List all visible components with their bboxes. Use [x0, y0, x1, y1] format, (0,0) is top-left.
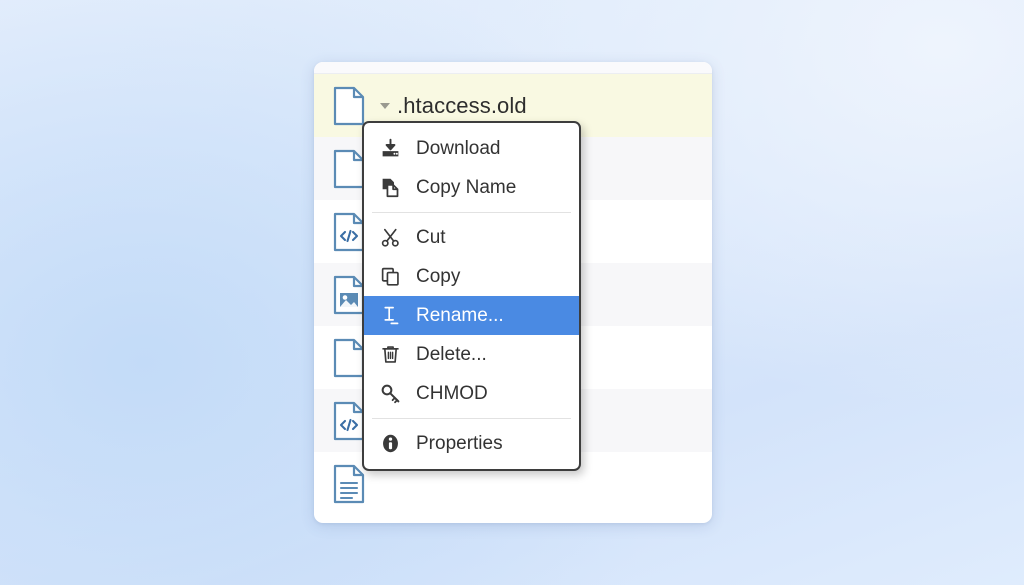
file-blank-icon [333, 338, 365, 377]
file-image-icon [333, 275, 365, 314]
panel-top-strip [314, 62, 712, 74]
menu-item-copy-name[interactable]: Copy Name [364, 168, 579, 207]
file-name-label: .htaccess.old [397, 92, 527, 118]
menu-separator [372, 212, 571, 213]
chevron-down-icon[interactable] [380, 102, 390, 109]
file-code-icon [333, 401, 365, 440]
trash-icon [378, 343, 402, 367]
menu-item-chmod[interactable]: CHMOD [364, 374, 579, 413]
copy-name-icon [378, 176, 402, 200]
menu-item-label: CHMOD [416, 382, 488, 404]
menu-item-label: Delete... [416, 343, 487, 365]
menu-item-copy[interactable]: Copy [364, 257, 579, 296]
menu-item-download[interactable]: Download [364, 129, 579, 168]
menu-item-label: Cut [416, 226, 446, 248]
menu-item-label: Copy Name [416, 176, 517, 198]
menu-item-properties[interactable]: Properties [364, 424, 579, 463]
context-menu[interactable]: Download Copy Name Cut Copy Rename... De… [362, 121, 581, 471]
screen: .htaccess.old Download Copy Name Cut Cop… [0, 0, 1024, 585]
file-blank-icon [333, 149, 365, 188]
copy-icon [378, 265, 402, 289]
menu-separator [372, 418, 571, 419]
menu-item-label: Properties [416, 432, 503, 454]
file-document-icon [333, 464, 365, 503]
i-beam-icon [378, 304, 402, 328]
file-code-icon [333, 212, 365, 251]
download-icon [378, 137, 402, 161]
menu-item-label: Rename... [416, 304, 504, 326]
key-icon [378, 382, 402, 406]
menu-item-delete[interactable]: Delete... [364, 335, 579, 374]
menu-item-cut[interactable]: Cut [364, 218, 579, 257]
menu-item-rename[interactable]: Rename... [364, 296, 579, 335]
file-blank-icon [333, 86, 365, 125]
scissors-icon [378, 226, 402, 250]
menu-item-label: Download [416, 137, 501, 159]
info-icon [378, 432, 402, 456]
menu-item-label: Copy [416, 265, 461, 287]
